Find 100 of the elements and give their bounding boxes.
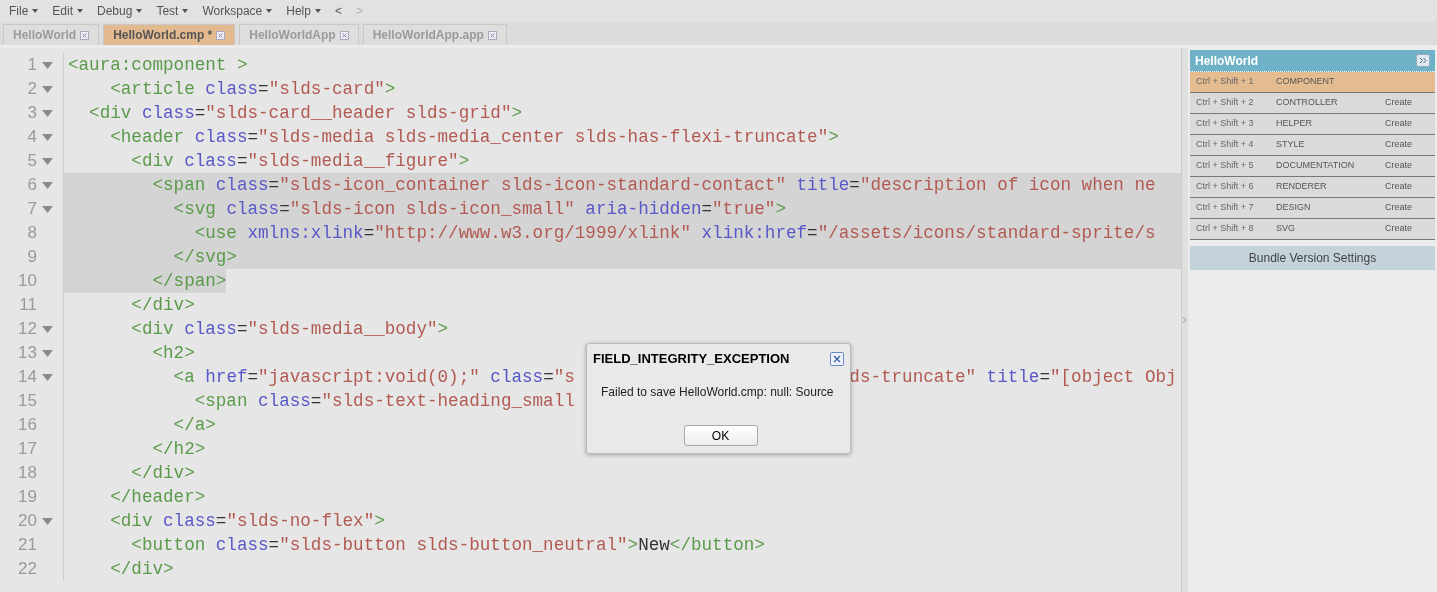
create-link[interactable]: Create: [1385, 180, 1429, 194]
fold-caret-icon[interactable]: [41, 157, 53, 165]
line-number: 3: [27, 102, 37, 125]
code-text: </header>: [109, 485, 206, 509]
close-icon[interactable]: [80, 30, 90, 40]
code-text: <a href="javascript:void(0);" class="s: [172, 365, 575, 389]
line-number: 20: [18, 510, 37, 533]
create-link[interactable]: Create: [1385, 159, 1429, 173]
bundle-item[interactable]: Ctrl + Shift + 6 RENDERER Create: [1190, 177, 1435, 198]
caret-icon: [77, 9, 84, 13]
code-text: <span class="slds-text-heading_small: [193, 389, 575, 413]
shortcut-label: Ctrl + Shift + 3: [1196, 117, 1255, 131]
close-icon[interactable]: [339, 30, 349, 40]
bundle-item[interactable]: Ctrl + Shift + 8 SVG Create: [1190, 219, 1435, 240]
code-text: <aura:component >: [68, 53, 248, 77]
create-link[interactable]: Create: [1385, 201, 1429, 215]
line-number: 10: [18, 270, 37, 293]
menu-item[interactable]: Workspace: [202, 2, 273, 20]
create-link[interactable]: Create: [1385, 222, 1429, 236]
ok-button[interactable]: OK: [683, 425, 758, 446]
line-number: 7: [27, 198, 37, 221]
code-text: </h2>: [151, 437, 206, 461]
bundle-item-name: SVG: [1276, 222, 1296, 236]
line-number: 6: [27, 174, 37, 197]
menu-item[interactable]: Debug: [97, 2, 143, 20]
bundle-item-name: DOCUMENTATION: [1276, 159, 1356, 173]
close-icon[interactable]: [216, 30, 226, 40]
fold-caret-icon[interactable]: [41, 325, 53, 333]
collapse-icon[interactable]: [1416, 54, 1430, 67]
code-text: <div class="slds-no-flex">: [109, 509, 385, 533]
fold-caret-icon[interactable]: [41, 517, 53, 525]
code-text: </a>: [172, 413, 216, 437]
bundle-item[interactable]: Ctrl + Shift + 3 HELPER Create: [1190, 114, 1435, 135]
code-text: <button class="slds-button slds-button_neutral">New</button>: [130, 533, 765, 557]
caret-icon: [182, 9, 189, 13]
line-number: 21: [18, 534, 37, 557]
bundle-item[interactable]: Ctrl + Shift + 1 COMPONENT: [1190, 72, 1435, 93]
fold-caret-icon[interactable]: [41, 205, 53, 213]
close-icon[interactable]: [830, 351, 844, 366]
code-text: <header class="slds-media slds-media_center slds-has-flexi-truncate">: [109, 125, 839, 149]
fold-caret-icon[interactable]: [41, 85, 53, 93]
bundle-item[interactable]: Ctrl + Shift + 5 DOCUMENTATION Create: [1190, 156, 1435, 177]
fold-caret-icon[interactable]: [41, 349, 53, 357]
create-link[interactable]: Create: [1385, 117, 1429, 131]
line-number: 16: [18, 414, 37, 437]
bundle-item-name: CONTROLLER: [1276, 96, 1339, 110]
menu-item[interactable]: Help: [286, 2, 321, 20]
fold-caret-icon[interactable]: [41, 133, 53, 141]
caret-icon: [136, 9, 143, 13]
bundle-item-name: HELPER: [1276, 117, 1313, 131]
bundle-settings-button[interactable]: Bundle Version Settings: [1190, 246, 1435, 270]
code-text: <use xmlns:xlink="http://www.w3.org/1999/xlink" xlink:href="/assets/icons/standard-sprite/s: [193, 221, 1156, 245]
line-number: 1: [27, 54, 37, 77]
create-link[interactable]: Create: [1385, 138, 1429, 152]
code-text: ds-truncate" title="[object Obj: [849, 365, 1177, 389]
menu-item[interactable]: Edit: [52, 2, 84, 20]
fold-caret-icon[interactable]: [41, 373, 53, 381]
code-text: <span class="slds-icon_container slds-icon-standard-contact" title="description of icon when ne: [151, 173, 1156, 197]
line-number: 11: [19, 294, 37, 317]
code-text: <div class="slds-card__header slds-grid">: [88, 101, 522, 125]
bundle-item-name: RENDERER: [1276, 180, 1328, 194]
line-number: 12: [18, 318, 37, 341]
line-number: 15: [18, 390, 37, 413]
bundle-item[interactable]: Ctrl + Shift + 7 DESIGN Create: [1190, 198, 1435, 219]
line-number: 13: [18, 342, 37, 365]
code-text: <article class="slds-card">: [109, 77, 396, 101]
shortcut-label: Ctrl + Shift + 6: [1196, 180, 1255, 194]
bundle-item-name: COMPONENT: [1276, 75, 1336, 89]
fold-caret-icon[interactable]: [41, 109, 53, 117]
fold-caret-icon[interactable]: [41, 61, 53, 69]
code-text: </span>: [151, 269, 227, 293]
code-text: <div class="slds-media__figure">: [130, 149, 470, 173]
line-number: 5: [27, 150, 37, 173]
shortcut-label: Ctrl + Shift + 2: [1196, 96, 1255, 110]
shortcut-label: Ctrl + Shift + 7: [1196, 201, 1255, 215]
code-text: </div>: [130, 293, 195, 317]
line-number: 8: [27, 222, 37, 245]
bundle-item-name: STYLE: [1276, 138, 1306, 152]
line-number: 2: [27, 78, 37, 101]
line-number: 9: [27, 246, 37, 269]
dialog-title: FIELD_INTEGRITY_EXCEPTION: [593, 350, 790, 368]
caret-icon: [314, 9, 321, 13]
fold-caret-icon[interactable]: [41, 181, 53, 189]
caret-icon: [266, 9, 273, 13]
code-text: <svg class="slds-icon slds-icon_small" aria-hidden="true">: [172, 197, 786, 221]
create-link[interactable]: Create: [1385, 96, 1429, 110]
menu-item[interactable]: <: [334, 2, 342, 20]
line-number: 22: [18, 558, 37, 581]
line-number: 17: [18, 438, 37, 461]
tab[interactable]: HelloWorld.cmp *: [103, 24, 236, 45]
bundle-item[interactable]: Ctrl + Shift + 2 CONTROLLER Create: [1190, 93, 1435, 114]
line-number: 18: [18, 462, 37, 485]
code-text: </div>: [130, 461, 195, 485]
code-text: <h2>: [151, 341, 195, 365]
menu-item[interactable]: Test: [156, 2, 189, 20]
code-text: </svg>: [172, 245, 237, 269]
code-text: </div>: [109, 557, 174, 581]
menu-item[interactable]: File: [9, 2, 39, 20]
bundle-item[interactable]: Ctrl + Shift + 4 STYLE Create: [1190, 135, 1435, 156]
close-icon[interactable]: [487, 30, 497, 40]
